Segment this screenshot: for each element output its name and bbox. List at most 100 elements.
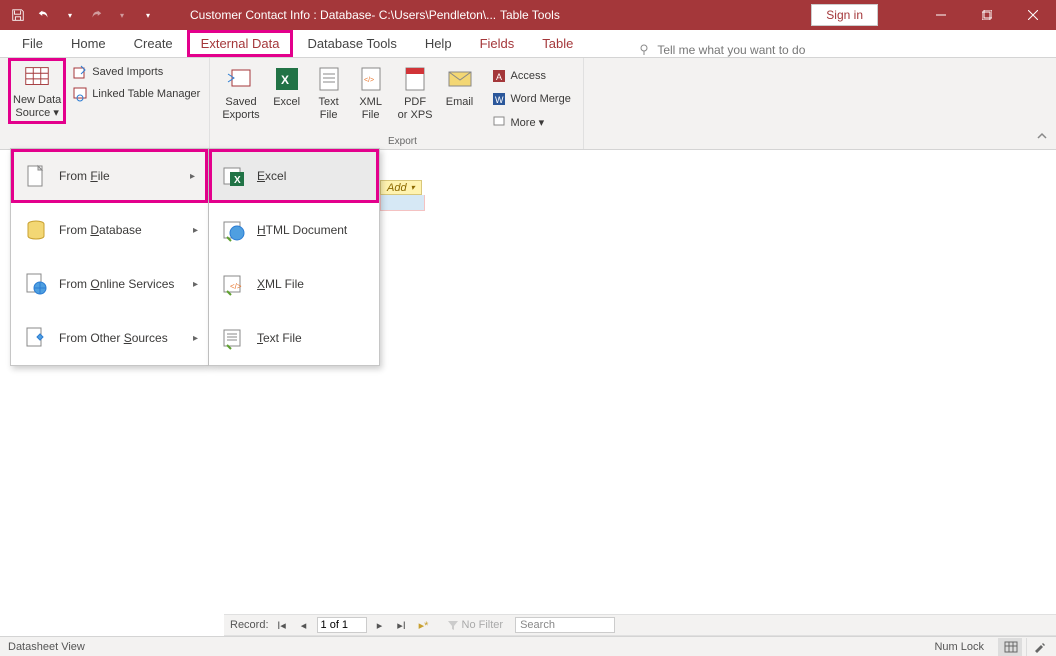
collapse-ribbon-icon[interactable] [1036,130,1048,145]
no-filter-indicator[interactable]: No Filter [447,619,504,631]
menu-from-online-services[interactable]: From Online Services ▸ [11,257,208,311]
menu-from-file[interactable]: From File ▸ [11,149,208,203]
context-tab-title: Table Tools [500,8,560,22]
text-file-icon [314,64,344,94]
submenu-text-file[interactable]: Text File [209,311,379,365]
new-data-source-icon [22,62,52,92]
saved-exports-label: SavedExports [222,96,259,122]
undo-dropdown-icon[interactable]: ▾ [58,3,82,27]
redo-icon[interactable] [84,3,108,27]
tab-database-tools[interactable]: Database Tools [293,30,410,57]
ribbon: New DataSource ▾ Saved Imports Linked Ta… [0,58,1056,150]
access-icon: A [491,68,507,84]
linked-table-manager-button[interactable]: Linked Table Manager [68,84,204,104]
datasheet-view-button[interactable] [998,638,1022,656]
menu-from-file-label: From File [59,169,110,183]
saved-imports-button[interactable]: Saved Imports [68,62,204,82]
window-title: Customer Contact Info : Database- C:\Use… [190,8,496,22]
chevron-right-icon: ▸ [193,279,198,290]
datasheet-header: Add [380,180,1056,195]
xml-import-icon: </> [221,271,247,297]
tab-external-data[interactable]: External Data [187,30,294,57]
statusbar-right: Num Lock [934,638,1050,656]
export-xml-file-label: XMLFile [359,96,382,122]
close-icon[interactable] [1010,0,1056,30]
prev-record-button[interactable]: ◂ [295,619,313,632]
redo-dropdown-icon[interactable]: ▾ [110,3,134,27]
next-record-button[interactable]: ▸ [371,619,389,632]
menu-from-online-services-label: From Online Services [59,277,174,291]
click-to-add-column[interactable]: Add [380,180,422,195]
tab-create[interactable]: Create [120,30,187,57]
svg-text:W: W [495,95,504,105]
export-access-label: Access [511,70,546,82]
menu-from-other-sources[interactable]: From Other Sources ▸ [11,311,208,365]
pdf-icon [400,64,430,94]
tell-me-search[interactable]: Tell me what you want to do [637,43,805,57]
new-data-source-menu: From File ▸ From Database ▸ From Online … [10,148,209,366]
export-pdf-xps-label: PDFor XPS [398,96,433,122]
last-record-button[interactable]: ▸I [393,619,411,632]
menu-from-database[interactable]: From Database ▸ [11,203,208,257]
saved-exports-button[interactable]: SavedExports [218,62,263,132]
other-sources-icon [23,325,49,351]
submenu-xml-file[interactable]: </> XML File [209,257,379,311]
record-number-input[interactable] [317,617,367,633]
design-view-icon [1032,640,1046,654]
submenu-excel[interactable]: X Excel [209,149,379,203]
chevron-right-icon: ▸ [190,171,195,182]
num-lock-indicator: Num Lock [934,641,984,653]
tab-help[interactable]: Help [411,30,466,57]
menu-from-database-label: From Database [59,223,142,237]
tab-fields[interactable]: Fields [466,30,529,57]
export-more-button[interactable]: More ▾ [487,112,575,132]
ribbon-tabs: File Home Create External Data Database … [0,30,1056,58]
export-email-button[interactable]: Email [441,62,479,132]
import-link-group: New DataSource ▾ Saved Imports Linked Ta… [0,58,210,149]
datasheet-new-row[interactable] [380,195,425,211]
excel-icon: X [272,64,302,94]
minimize-icon[interactable] [918,0,964,30]
design-view-button[interactable] [1026,638,1050,656]
saved-exports-icon [226,64,256,94]
quick-access-toolbar: ▾ ▾ ▾ [0,3,160,27]
qat-customize-icon[interactable]: ▾ [136,3,160,27]
export-pdf-xps-button[interactable]: PDFor XPS [394,62,437,132]
file-icon [23,163,49,189]
linked-table-manager-label: Linked Table Manager [92,88,200,100]
record-navigation: Record: I◂ ◂ ▸ ▸I ▸* No Filter Search [224,614,1056,636]
search-box[interactable]: Search [515,617,615,633]
html-import-icon [221,217,247,243]
tab-file[interactable]: File [8,30,57,57]
undo-icon[interactable] [32,3,56,27]
new-data-source-button[interactable]: New DataSource ▾ [8,58,66,124]
new-data-source-label: New DataSource ▾ [13,94,61,120]
svg-text:A: A [496,72,502,82]
export-access-button[interactable]: A Access [487,66,575,86]
lightbulb-icon [637,43,651,57]
excel-import-icon: X [221,163,247,189]
text-import-icon [221,325,247,351]
tab-table[interactable]: Table [528,30,587,57]
from-file-submenu: X Excel HTML Document </> XML File Text … [209,148,380,366]
submenu-text-file-label: Text File [257,331,302,345]
saved-imports-icon [72,64,88,80]
sign-in-button[interactable]: Sign in [811,4,878,26]
statusbar: Datasheet View Num Lock [0,636,1056,656]
export-word-merge-label: Word Merge [511,93,571,105]
tell-me-label: Tell me what you want to do [657,43,805,57]
export-group-label: Export [388,136,417,147]
submenu-html-document[interactable]: HTML Document [209,203,379,257]
export-xml-file-button[interactable]: </> XMLFile [352,62,390,132]
email-icon [445,64,475,94]
restore-icon[interactable] [964,0,1010,30]
tab-home[interactable]: Home [57,30,120,57]
export-excel-button[interactable]: X Excel [268,62,306,132]
svg-text:</>: </> [364,77,374,84]
export-text-file-button[interactable]: TextFile [310,62,348,132]
first-record-button[interactable]: I◂ [273,619,291,632]
export-word-merge-button[interactable]: W Word Merge [487,89,575,109]
save-icon[interactable] [6,3,30,27]
new-record-button[interactable]: ▸* [415,619,433,632]
titlebar: ▾ ▾ ▾ Customer Contact Info : Database- … [0,0,1056,30]
